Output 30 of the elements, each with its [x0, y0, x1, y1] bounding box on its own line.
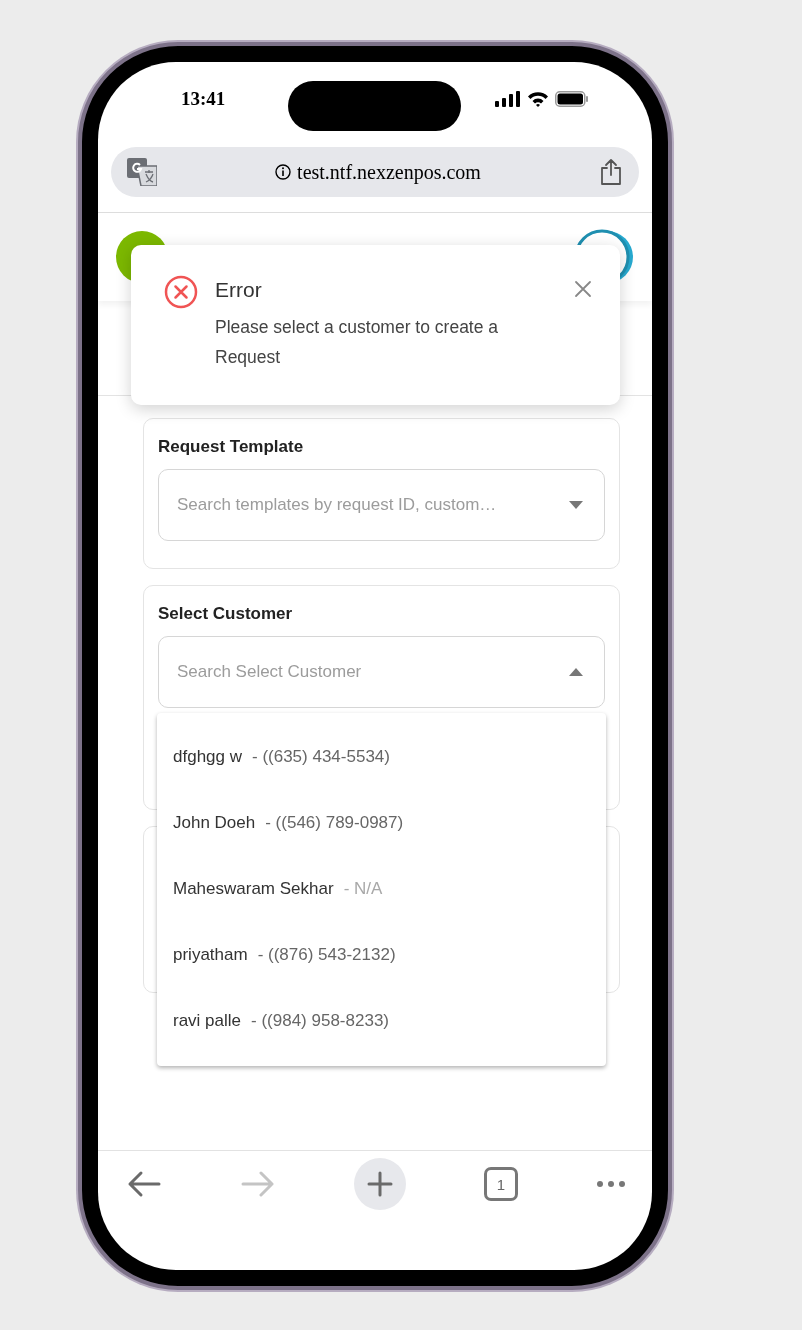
plus-icon [367, 1171, 393, 1197]
arrow-icon [240, 1170, 276, 1198]
new-tab-button[interactable] [354, 1158, 406, 1210]
field-label: Request Template [158, 437, 305, 457]
translate-icon[interactable] [127, 158, 157, 186]
error-icon [164, 275, 198, 309]
caret-icon [569, 501, 583, 509]
more-icon [596, 1180, 626, 1188]
customer-option[interactable]: ravi palle - ((984) 958-8233) [157, 988, 606, 1054]
field-label: Select Customer [158, 604, 294, 624]
address-bar[interactable]: test.ntf.nexzenpos.com [111, 147, 639, 197]
toast-message: Please select a customer to create a Request [215, 316, 500, 369]
caret-icon [569, 668, 583, 676]
arrow-icon [126, 1170, 162, 1198]
wifi-icon [527, 90, 549, 107]
battery-icon [555, 90, 589, 107]
customer-option[interactable]: dfghgg w - ((635) 434-5534) [157, 724, 606, 790]
customer-option[interactable]: John Doeh - ((546) 789-0987) [157, 790, 606, 856]
back-button[interactable] [126, 1170, 162, 1198]
customer-option[interactable]: Maheswaram Sekhar - N/A [157, 856, 606, 922]
more-button[interactable] [596, 1180, 626, 1188]
toast-title: Error [215, 278, 263, 302]
signal-icon [495, 90, 521, 107]
customer-option[interactable]: priyatham - ((876) 543-2132) [157, 922, 606, 988]
close-icon[interactable] [574, 280, 592, 298]
status-time: 13:41 [181, 87, 227, 110]
tabs-button[interactable]: 1 [484, 1167, 518, 1201]
url-text[interactable]: test.ntf.nexzenpos.com [157, 160, 599, 184]
share-icon[interactable] [599, 158, 623, 186]
info-icon [275, 164, 292, 180]
